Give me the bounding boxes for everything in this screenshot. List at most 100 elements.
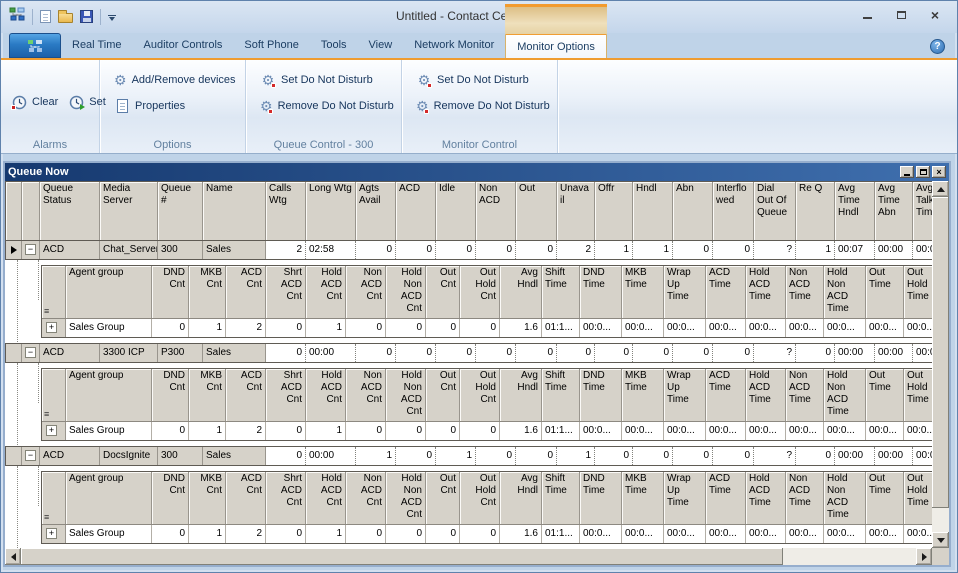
column-header-avg-talk-time[interactable]: Avg Talk Time bbox=[913, 182, 932, 240]
horizontal-scroll-track[interactable] bbox=[783, 548, 916, 565]
column-header-long-wtg[interactable]: Long Wtg bbox=[306, 182, 356, 240]
agent-cell-non-acd-time[interactable]: 00:0... bbox=[786, 422, 824, 440]
queue-cell-re-q[interactable]: 0 bbox=[796, 344, 835, 362]
close-button[interactable]: × bbox=[927, 8, 943, 22]
queue-cell-hndl[interactable]: 0 bbox=[633, 447, 673, 465]
new-document-icon[interactable] bbox=[40, 10, 51, 23]
agent-column-header-out-cnt[interactable]: Out Cnt bbox=[426, 266, 460, 318]
agent-cell-dnd-cnt[interactable]: 0 bbox=[152, 319, 189, 337]
queue-cell-avg-talk-time[interactable]: 00:00 bbox=[913, 447, 932, 465]
agent-cell-hold-acd-time[interactable]: 00:0... bbox=[746, 422, 786, 440]
agent-column-header-out-cnt[interactable]: Out Cnt bbox=[426, 472, 460, 524]
agent-column-header-out-hold-time[interactable]: Out Hold Time bbox=[904, 472, 932, 524]
agent-column-header-mkb-time[interactable]: MKB Time bbox=[622, 266, 664, 318]
queue-cell-non-acd[interactable]: 0 bbox=[476, 447, 516, 465]
collapse-icon[interactable]: − bbox=[25, 347, 36, 358]
queue-cell-calls-wtg[interactable]: 2 bbox=[266, 241, 306, 259]
agent-column-header-acd-cnt[interactable]: ACD Cnt bbox=[226, 472, 266, 524]
queue-cell-queue[interactable]: P300 bbox=[158, 344, 203, 362]
agent-column-header-acd-time[interactable]: ACD Time bbox=[706, 369, 746, 421]
queue-row[interactable]: −ACDChat_Server300Sales202:580000021100?… bbox=[5, 240, 932, 260]
minimize-button[interactable] bbox=[859, 8, 875, 22]
queue-cell-avg-time-hndl[interactable]: 00:07 bbox=[835, 241, 875, 259]
queue-maximize-button[interactable] bbox=[916, 166, 930, 178]
row-indicator-column-header[interactable] bbox=[6, 182, 22, 240]
agent-column-header-out-time[interactable]: Out Time bbox=[866, 369, 904, 421]
agent-cell-wrap-up-time[interactable]: 00:0... bbox=[664, 525, 706, 543]
queue-cell-calls-wtg[interactable]: 0 bbox=[266, 447, 306, 465]
queue-cell-name[interactable]: Sales bbox=[203, 241, 266, 259]
agent-cell-mkb-time[interactable]: 00:0... bbox=[622, 525, 664, 543]
tab-soft-phone[interactable]: Soft Phone bbox=[233, 33, 309, 58]
horizontal-scroll-thumb[interactable] bbox=[21, 548, 783, 565]
agent-cell-shift-time[interactable]: 01:1... bbox=[542, 525, 580, 543]
application-menu-tab[interactable] bbox=[9, 33, 61, 58]
agent-column-header-non-acd-cnt[interactable]: Non ACD Cnt bbox=[346, 266, 386, 318]
horizontal-scrollbar[interactable] bbox=[5, 548, 932, 565]
properties-button[interactable]: Properties bbox=[114, 98, 235, 114]
agent-column-header-hold-non-acd-time[interactable]: Hold Non ACD Time bbox=[824, 266, 866, 318]
agent-column-header-out-hold-cnt[interactable]: Out Hold Cnt bbox=[460, 472, 500, 524]
queue-now-titlebar[interactable]: Queue Now × bbox=[5, 163, 949, 181]
queue-cell-queue-status[interactable]: ACD bbox=[40, 241, 100, 259]
agent-selector-header[interactable]: ≡ bbox=[42, 266, 66, 318]
queue-cell-media-server[interactable]: DocsIgnite bbox=[100, 447, 158, 465]
queue-cell-avg-time-hndl[interactable]: 00:00 bbox=[835, 344, 875, 362]
agent-cell-acd-time[interactable]: 00:0... bbox=[706, 319, 746, 337]
agent-cell-mkb-cnt[interactable]: 1 bbox=[189, 422, 226, 440]
agent-cell-acd-time[interactable]: 00:0... bbox=[706, 422, 746, 440]
agent-column-header-acd-time[interactable]: ACD Time bbox=[706, 266, 746, 318]
queue-row[interactable]: −ACDDocsIgnite300Sales000:001010010000?0… bbox=[5, 446, 932, 466]
queue-cell-idle[interactable]: 0 bbox=[436, 241, 476, 259]
column-header-media-server[interactable]: Media Server bbox=[100, 182, 158, 240]
queue-row[interactable]: −ACD3300 ICPP300Sales000:000000000000?00… bbox=[5, 343, 932, 363]
agent-column-header-mkb-time[interactable]: MKB Time bbox=[622, 369, 664, 421]
agent-cell-avg-hndl[interactable]: 1.6 bbox=[500, 422, 542, 440]
agent-column-header-hold-acd-cnt[interactable]: Hold ACD Cnt bbox=[306, 266, 346, 318]
agent-column-header-avg-hndl[interactable]: Avg Hndl bbox=[500, 369, 542, 421]
queue-cell-acd[interactable]: 0 bbox=[396, 447, 436, 465]
queue-cell-dial-out-of-queue[interactable]: ? bbox=[754, 447, 796, 465]
agent-column-header-mkb-cnt[interactable]: MKB Cnt bbox=[189, 266, 226, 318]
agent-cell-dnd-time[interactable]: 00:0... bbox=[580, 422, 622, 440]
queue-cell-hndl[interactable]: 0 bbox=[633, 344, 673, 362]
queue-cell-offr[interactable]: 1 bbox=[595, 241, 633, 259]
agent-cell-mkb-cnt[interactable]: 1 bbox=[189, 319, 226, 337]
queue-cell-long-wtg[interactable]: 02:58 bbox=[306, 241, 356, 259]
agent-column-header-dnd-cnt[interactable]: DND Cnt bbox=[152, 369, 189, 421]
column-header-re-q[interactable]: Re Q bbox=[796, 182, 835, 240]
agent-cell-dnd-time[interactable]: 00:0... bbox=[580, 319, 622, 337]
queue-cell-acd[interactable]: 0 bbox=[396, 241, 436, 259]
column-header-non-acd[interactable]: Non ACD bbox=[476, 182, 516, 240]
tab-monitor-options[interactable]: Monitor Options bbox=[505, 33, 607, 58]
agent-cell-out-time[interactable]: 00:0... bbox=[866, 422, 904, 440]
agent-column-header-non-acd-time[interactable]: Non ACD Time bbox=[786, 266, 824, 318]
agent-cell-hold-acd-time[interactable]: 00:0... bbox=[746, 525, 786, 543]
queue-cell-dial-out-of-queue[interactable]: ? bbox=[754, 344, 796, 362]
agent-column-header-agent-group[interactable]: Agent group bbox=[66, 472, 152, 524]
agent-cell-hold-non-acd-cnt[interactable]: 0 bbox=[386, 525, 426, 543]
agent-column-header-hold-non-acd-cnt[interactable]: Hold Non ACD Cnt bbox=[386, 266, 426, 318]
tab-tools[interactable]: Tools bbox=[310, 33, 358, 58]
column-header-avg-time-abn[interactable]: Avg Time Abn bbox=[875, 182, 913, 240]
agent-cell-acd-cnt[interactable]: 2 bbox=[226, 525, 266, 543]
agent-cell-out-hold-cnt[interactable]: 0 bbox=[460, 525, 500, 543]
agent-column-header-agent-group[interactable]: Agent group bbox=[66, 266, 152, 318]
collapse-icon[interactable]: − bbox=[25, 244, 36, 255]
scroll-right-button[interactable] bbox=[916, 548, 932, 565]
queue-cell-interflowed[interactable]: 0 bbox=[713, 344, 754, 362]
queue-cell-long-wtg[interactable]: 00:00 bbox=[306, 447, 356, 465]
agent-column-header-dnd-cnt[interactable]: DND Cnt bbox=[152, 472, 189, 524]
agent-cell-out-hold-time[interactable]: 00:0... bbox=[904, 422, 932, 440]
column-header-offr[interactable]: Offr bbox=[595, 182, 633, 240]
agent-selector-header[interactable]: ≡ bbox=[42, 472, 66, 524]
agent-column-header-out-hold-cnt[interactable]: Out Hold Cnt bbox=[460, 369, 500, 421]
queue-cell-name[interactable]: Sales bbox=[203, 447, 266, 465]
queue-cell-calls-wtg[interactable]: 0 bbox=[266, 344, 306, 362]
agent-column-header-non-acd-cnt[interactable]: Non ACD Cnt bbox=[346, 472, 386, 524]
agent-column-header-mkb-time[interactable]: MKB Time bbox=[622, 472, 664, 524]
agent-cell-out-cnt[interactable]: 0 bbox=[426, 422, 460, 440]
column-header-idle[interactable]: Idle bbox=[436, 182, 476, 240]
agent-row[interactable]: +Sales Group0120100001.601:1...00:0...00… bbox=[42, 524, 932, 543]
agent-column-header-wrap-up-time[interactable]: Wrap Up Time bbox=[664, 369, 706, 421]
